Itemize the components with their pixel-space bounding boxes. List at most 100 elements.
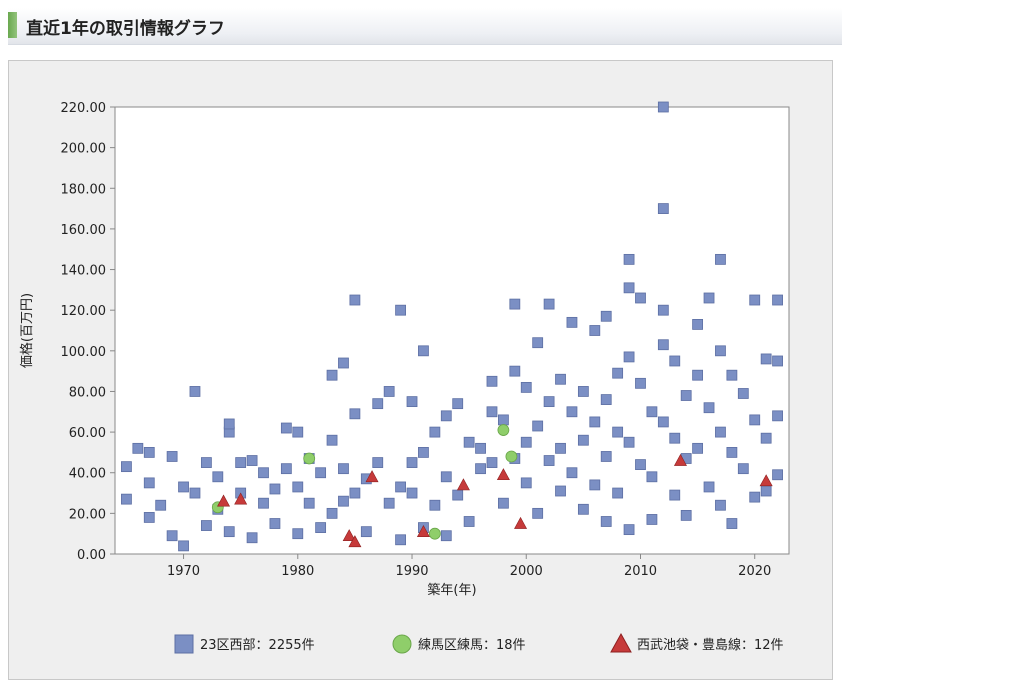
- data-point-square: [486, 457, 498, 468]
- data-point-square: [315, 522, 327, 533]
- data-point-square: [543, 298, 555, 310]
- data-point-square: [418, 447, 429, 458]
- data-point-square: [292, 426, 304, 438]
- data-point-square: [532, 507, 544, 519]
- data-point-square: [280, 463, 292, 475]
- x-tick-label: 2020: [738, 564, 771, 579]
- legend-label: 23区西部：2255件: [200, 638, 315, 653]
- data-point-square: [726, 369, 738, 381]
- y-tick-label: 100.00: [61, 345, 107, 360]
- data-point-square: [669, 489, 681, 501]
- data-point-square: [475, 442, 486, 454]
- data-point-square: [143, 477, 155, 489]
- data-point-square: [189, 386, 201, 397]
- data-point-square: [349, 487, 361, 499]
- data-point-square: [612, 367, 624, 379]
- x-tick-label: 1990: [395, 564, 428, 579]
- data-point-square: [326, 369, 338, 381]
- data-point-square: [749, 294, 761, 306]
- data-point-square: [235, 457, 247, 468]
- data-point-square: [143, 512, 155, 523]
- data-point-square: [200, 520, 212, 531]
- data-point-square: [623, 351, 635, 363]
- data-point-square: [326, 434, 338, 446]
- data-point-square: [635, 377, 646, 389]
- data-point-square: [612, 487, 624, 499]
- data-point-square: [749, 414, 761, 426]
- data-point-square: [646, 406, 658, 418]
- data-point-square: [246, 455, 258, 466]
- data-point-square: [600, 451, 612, 462]
- data-point-square: [326, 507, 338, 519]
- data-point-square: [692, 369, 704, 381]
- data-point-square: [555, 485, 566, 497]
- data-point-square: [338, 463, 349, 475]
- data-point-square: [452, 398, 464, 410]
- data-point-square: [349, 294, 361, 306]
- data-point-square: [715, 426, 726, 438]
- data-point-square: [772, 294, 783, 306]
- data-point-square: [589, 479, 601, 491]
- data-point-square: [132, 442, 144, 454]
- data-point-square: [121, 461, 132, 473]
- legend-label: 西武池袋・豊島線：12件: [637, 637, 784, 653]
- data-point-square: [178, 481, 189, 493]
- y-tick-label: 160.00: [61, 223, 107, 238]
- data-point-square: [166, 530, 178, 542]
- data-point-circle: [428, 527, 441, 540]
- data-point-square: [760, 353, 772, 365]
- data-point-square: [520, 477, 532, 489]
- data-point-square: [600, 310, 612, 322]
- data-point-square: [406, 396, 418, 408]
- x-axis-label: 築年(年): [427, 583, 476, 598]
- data-point-square: [498, 414, 509, 426]
- data-point-square: [692, 442, 704, 454]
- data-point-square: [520, 381, 532, 393]
- data-point-square: [635, 459, 646, 471]
- data-point-square: [475, 463, 486, 475]
- data-point-square: [246, 532, 258, 544]
- data-point-square: [498, 497, 509, 509]
- data-point-square: [383, 386, 395, 397]
- data-point-square: [269, 518, 281, 529]
- data-point-square: [749, 491, 761, 503]
- data-point-square: [772, 410, 783, 422]
- data-point-square: [635, 292, 646, 304]
- data-point-square: [269, 483, 281, 495]
- data-point-square: [520, 436, 532, 448]
- data-point-square: [543, 455, 555, 466]
- x-tick-label: 1970: [167, 564, 200, 579]
- header-accent-bar: [8, 12, 17, 38]
- data-point-square: [543, 396, 555, 408]
- data-point-square: [737, 388, 749, 399]
- data-point-square: [623, 524, 635, 536]
- data-point-square: [463, 516, 475, 527]
- data-point-square: [486, 406, 498, 418]
- y-tick-label: 40.00: [69, 467, 106, 482]
- data-point-square: [726, 518, 738, 529]
- data-point-square: [532, 337, 544, 349]
- data-point-square: [623, 282, 635, 294]
- data-point-square: [440, 410, 452, 422]
- x-tick-label: 1980: [281, 564, 314, 579]
- data-point-square: [772, 469, 783, 481]
- data-point-square: [178, 540, 189, 552]
- legend-marker-circle: [392, 634, 412, 654]
- data-point-square: [280, 422, 292, 434]
- data-point-square: [577, 503, 589, 515]
- data-point-circle: [497, 424, 510, 436]
- scatter-chart: 0.00 20.00 40.00 60.00 80.00 100.00 120.00 140.…: [19, 101, 790, 654]
- data-point-square: [452, 489, 464, 501]
- data-point-square: [600, 516, 612, 527]
- data-point-square: [440, 530, 452, 542]
- data-point-square: [600, 394, 612, 405]
- data-point-square: [555, 373, 566, 385]
- page-title: 直近1年の取引情報グラフ: [26, 19, 225, 39]
- data-point-square: [383, 497, 395, 509]
- data-point-square: [429, 499, 441, 511]
- data-point-square: [509, 365, 521, 377]
- data-point-square: [418, 345, 429, 357]
- data-point-square: [577, 386, 589, 397]
- y-tick-label: 140.00: [61, 264, 107, 279]
- data-point-square: [372, 457, 384, 468]
